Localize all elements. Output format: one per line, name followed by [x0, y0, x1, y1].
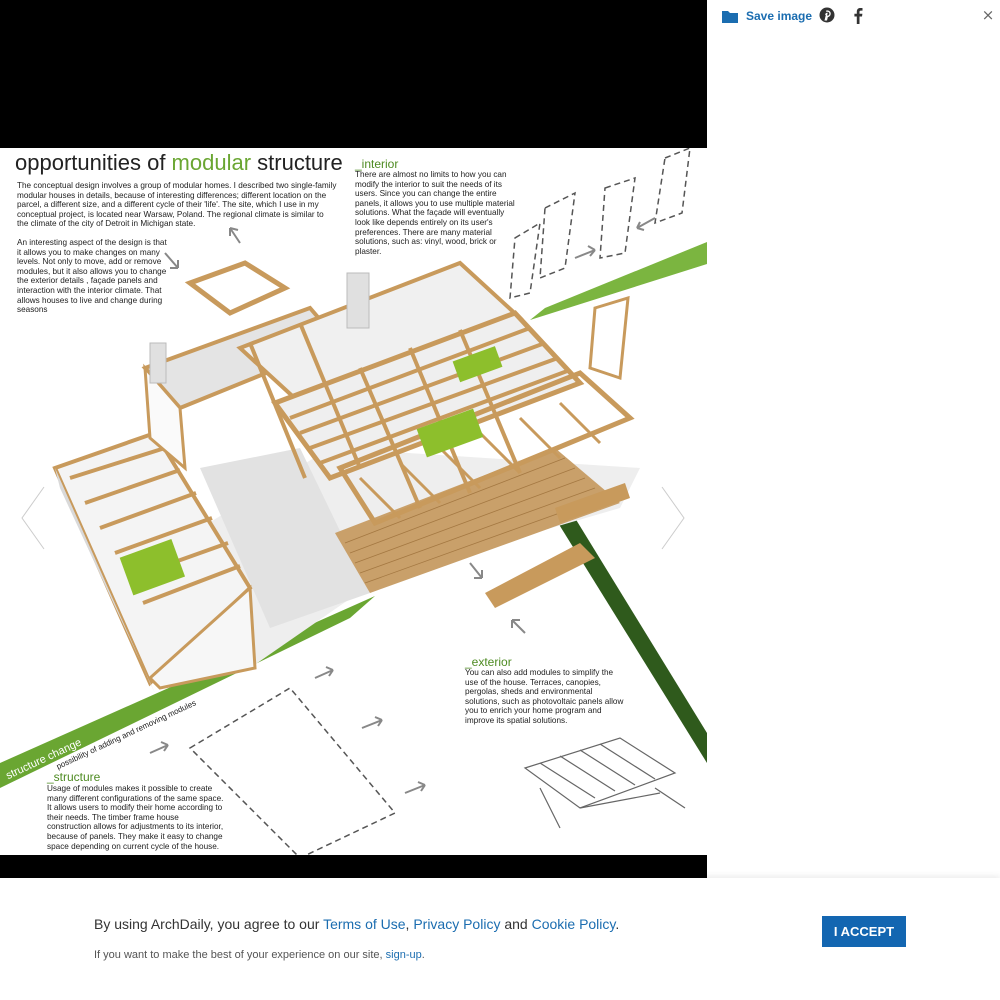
folder-icon	[722, 10, 738, 23]
close-icon: ×	[981, 6, 995, 24]
accept-cookies-button[interactable]: I ACCEPT	[822, 916, 906, 947]
intro-paragraph-1: The conceptual design involves a group o…	[17, 181, 337, 229]
intro-paragraph-2: An interesting aspect of the design is t…	[17, 238, 167, 315]
interior-heading: _interior	[355, 157, 399, 171]
cookie-consent-banner: By using ArchDaily, you agree to our Ter…	[0, 878, 1000, 1000]
title-suffix: structure	[251, 150, 343, 175]
title-accent: modular	[171, 150, 252, 175]
cookie-policy-link[interactable]: Cookie Policy	[532, 916, 616, 932]
image-viewer: interior change exterior change structur…	[0, 0, 707, 878]
cookie-text-and: and	[500, 916, 532, 932]
save-image-label: Save image	[746, 9, 813, 23]
pinterest-icon	[819, 7, 835, 23]
signup-link[interactable]: sign-up	[386, 949, 422, 961]
structure-heading: _structure	[47, 770, 101, 784]
privacy-policy-link[interactable]: Privacy Policy	[413, 916, 500, 932]
facebook-icon	[854, 7, 863, 24]
exterior-heading: _exterior	[465, 655, 512, 669]
chevron-right-icon	[660, 486, 686, 550]
project-image: interior change exterior change structur…	[0, 148, 707, 855]
interior-text: There are almost no limits to how you ca…	[355, 170, 515, 256]
cookie-signup-text: If you want to make the best of your exp…	[94, 949, 425, 961]
save-image-button[interactable]: Save image	[722, 6, 812, 26]
exterior-text: You can also add modules to simplify the…	[465, 668, 624, 725]
image-sidebar	[707, 0, 1000, 878]
cookie-sub-lead: If you want to make the best of your exp…	[94, 949, 386, 961]
image-title: opportunities of modular structure	[15, 150, 343, 176]
cookie-text-period: .	[615, 916, 620, 932]
close-button[interactable]: ×	[980, 6, 996, 24]
cookie-sub-period: .	[421, 949, 425, 961]
structure-text: Usage of modules makes it possible to cr…	[47, 784, 224, 851]
previous-image-button[interactable]	[16, 483, 50, 553]
pinterest-share-button[interactable]	[818, 6, 836, 24]
next-image-button[interactable]	[656, 483, 690, 553]
cookie-text-lead: By using ArchDaily, you agree to our	[94, 916, 324, 932]
terms-of-use-link[interactable]: Terms of Use	[323, 916, 405, 932]
title-prefix: opportunities of	[15, 150, 172, 175]
facebook-share-button[interactable]	[849, 6, 867, 24]
chevron-left-icon	[20, 486, 46, 550]
cookie-consent-text: By using ArchDaily, you agree to our Ter…	[94, 916, 619, 932]
